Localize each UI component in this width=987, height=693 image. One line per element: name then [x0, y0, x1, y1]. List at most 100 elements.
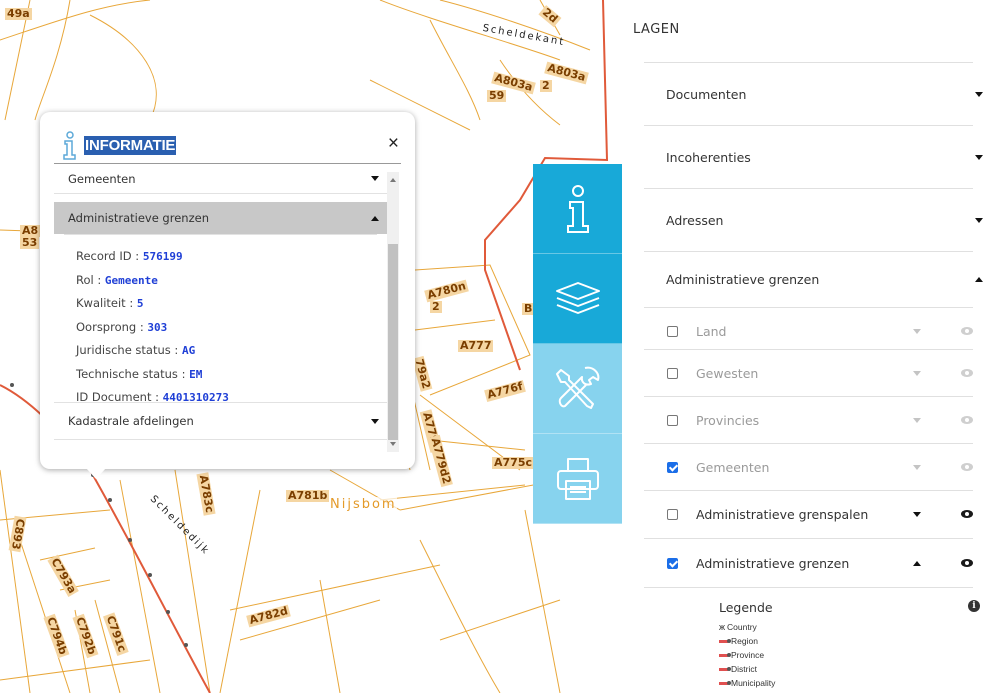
layer-gewesten: Gewesten	[644, 349, 973, 396]
group-label: Documenten	[666, 86, 747, 102]
caret-up-icon	[975, 277, 983, 282]
layer-name: Administratieve grenzen	[696, 555, 850, 571]
scroll-up-icon[interactable]	[390, 178, 396, 182]
eye-icon[interactable]	[961, 327, 973, 335]
layer-checkbox[interactable]	[667, 367, 678, 379]
layer-administratieve-grenspalen: Administratieve grenspalen	[644, 490, 973, 537]
parcel-label: 2	[430, 300, 442, 313]
country-symbol-icon: ж	[719, 622, 726, 632]
line-symbol-icon	[719, 638, 731, 643]
parcel-label: 2	[540, 79, 552, 92]
caret-down-icon	[975, 91, 983, 97]
eye-icon[interactable]	[961, 510, 973, 518]
group-adressen[interactable]: Adressen	[644, 188, 983, 251]
layers-tool-button[interactable]	[533, 254, 622, 344]
info-tool-button[interactable]	[533, 164, 622, 254]
legend-item-municipality: Municipality	[719, 678, 775, 688]
group-incoherenties[interactable]: Incoherenties	[644, 125, 983, 188]
section-gemeenten[interactable]: Gemeenten	[54, 164, 387, 194]
attribute-list: Record ID : 576199 Rol : Gemeente Kwalit…	[64, 234, 377, 404]
caret-down-icon[interactable]	[913, 370, 921, 376]
attr-kwaliteit: Kwaliteit : 5	[76, 296, 144, 310]
line-symbol-icon	[719, 666, 731, 671]
close-icon[interactable]: ×	[388, 134, 399, 154]
caret-down-icon[interactable]	[913, 464, 921, 470]
scroll-down-icon[interactable]	[390, 442, 396, 446]
layer-gemeenten: Gemeenten	[644, 443, 973, 490]
attr-juridische-status: Juridische status : AG	[76, 343, 196, 357]
layer-name: Gemeenten	[696, 459, 770, 475]
caret-down-icon	[371, 176, 379, 181]
caret-down-icon[interactable]	[913, 417, 921, 423]
legend-item-province: Province	[719, 650, 764, 660]
popup-header: INFORMATIE ×	[54, 128, 401, 164]
layers-panel: LAGEN Documenten Incoherenties Adressen …	[622, 0, 987, 693]
eye-icon[interactable]	[961, 369, 973, 377]
caret-down-icon[interactable]	[913, 511, 921, 517]
layer-name: Gewesten	[696, 365, 759, 381]
info-icon	[63, 130, 76, 160]
legend-item-country: ж Country	[719, 622, 757, 632]
attr-record-id: Record ID : 576199	[76, 249, 183, 263]
parcel-label: 53	[20, 236, 40, 249]
map-toolbar	[533, 164, 622, 524]
eye-icon[interactable]	[961, 559, 973, 567]
popup-scrollbar[interactable]	[387, 172, 399, 452]
popup-pointer	[86, 468, 106, 479]
layer-checkbox[interactable]	[667, 461, 678, 473]
tools-icon	[555, 366, 599, 409]
scroll-thumb[interactable]	[388, 244, 398, 440]
print-icon	[556, 457, 599, 500]
legend-item-region: Region	[719, 636, 758, 646]
layer-checkbox[interactable]	[667, 557, 678, 569]
group-administratieve-grenzen[interactable]: Administratieve grenzen	[644, 251, 983, 307]
layer-checkbox[interactable]	[667, 508, 678, 520]
info-icon	[566, 184, 589, 233]
layer-provincies: Provincies	[644, 396, 973, 443]
place-label: Nijsbom	[330, 497, 397, 512]
attr-technische-status: Technische status : EM	[76, 366, 203, 381]
layer-checkbox[interactable]	[667, 414, 678, 426]
eye-icon[interactable]	[961, 463, 973, 471]
eye-icon[interactable]	[961, 416, 973, 424]
layer-name: Provincies	[696, 412, 760, 428]
popup-body: Gemeenten Administratieve grenzen Record…	[54, 164, 387, 452]
caret-up-icon[interactable]	[913, 560, 921, 566]
section-label: Gemeenten	[68, 171, 136, 186]
group-documenten[interactable]: Documenten	[644, 62, 983, 125]
parcel-label: 49a	[5, 7, 32, 20]
line-symbol-icon	[719, 652, 731, 657]
section-label: Administratieve grenzen	[68, 211, 209, 225]
layer-name: Land	[696, 323, 727, 339]
caret-down-icon	[975, 217, 983, 223]
panel-title: LAGEN	[633, 22, 680, 37]
group-label: Adressen	[666, 212, 724, 228]
layer-checkbox[interactable]	[667, 325, 678, 337]
line-symbol-icon	[719, 680, 731, 685]
group-label: Incoherenties	[666, 149, 751, 165]
group-label: Administratieve grenzen	[666, 272, 820, 287]
info-popup: INFORMATIE × Gemeenten Administratieve g…	[40, 112, 415, 479]
layer-land: Land	[644, 307, 973, 354]
parcel-label: A781b	[286, 489, 330, 502]
attr-rol: Rol : Gemeente	[76, 272, 158, 287]
info-circle-icon[interactable]: i	[968, 600, 980, 612]
print-tool-button[interactable]	[533, 434, 622, 524]
section-label: Kadastrale afdelingen	[68, 414, 194, 428]
layer-administratieve-grenzen: Administratieve grenzen	[644, 538, 973, 587]
caret-up-icon	[371, 215, 379, 221]
popup-title: INFORMATIE	[84, 136, 177, 155]
legend-title: Legende	[719, 600, 773, 615]
caret-down-icon	[975, 154, 983, 160]
attr-oorsprong: Oorsprong : 303	[76, 319, 168, 334]
parcel-label: A777	[458, 339, 494, 352]
tools-tool-button[interactable]	[533, 344, 622, 434]
section-administratieve-grenzen[interactable]: Administratieve grenzen	[54, 202, 387, 234]
caret-down-icon	[371, 418, 379, 424]
legend-item-district: District	[719, 664, 757, 674]
layers-icon	[555, 281, 600, 314]
legend: Legende i ж Country Region Province Distr…	[644, 587, 980, 693]
layer-name: Administratieve grenspalen	[696, 506, 869, 522]
parcel-label: A775c	[492, 456, 534, 469]
caret-down-icon[interactable]	[913, 328, 921, 334]
